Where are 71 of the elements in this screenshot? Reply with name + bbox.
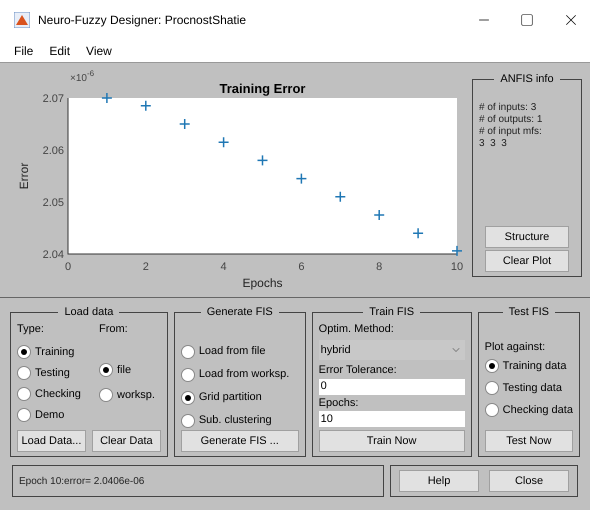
- axis-multiplier: ×10$^{-6}$: [70, 69, 94, 84]
- input-field[interactable]: 0: [318, 378, 465, 394]
- data-point: [412, 227, 424, 239]
- info-text: # of inputs: 3: [479, 102, 538, 114]
- tick-label: 10: [450, 261, 464, 273]
- tick-label: 0: [64, 261, 72, 273]
- push-button[interactable]: Load Data...: [17, 430, 86, 452]
- tick-label: 8: [376, 261, 382, 273]
- data-point: [256, 154, 268, 166]
- push-button[interactable]: Clear Data: [92, 430, 161, 452]
- menu-item[interactable]: Edit: [49, 42, 70, 60]
- radio-option[interactable]: worksp.: [99, 386, 155, 404]
- tick-label: 2.04: [42, 249, 64, 261]
- data-point: [451, 245, 463, 257]
- push-button[interactable]: Train Now: [318, 430, 465, 452]
- app-logo-icon: [14, 12, 30, 28]
- axis-label: Error: [17, 162, 31, 190]
- info-text: # of input mfs:: [479, 126, 543, 138]
- radio-option[interactable]: Training data: [484, 357, 573, 375]
- push-button[interactable]: Structure: [485, 226, 569, 248]
- radio-option[interactable]: file: [99, 361, 132, 379]
- group-title: ANFIS info: [499, 72, 555, 87]
- menu-item[interactable]: File: [14, 42, 34, 60]
- data-point: [334, 191, 346, 203]
- data-point: [101, 92, 113, 104]
- field-label: Plot against:: [484, 340, 546, 354]
- field-label: Error Tolerance:: [318, 363, 398, 378]
- push-button[interactable]: Help: [399, 470, 479, 492]
- axis-label: Epochs: [242, 276, 283, 290]
- radio-option[interactable]: Checking data: [484, 401, 573, 419]
- data-point: [218, 136, 230, 148]
- radio-option[interactable]: Testing: [17, 364, 70, 382]
- data-point: [140, 100, 152, 112]
- radio-option[interactable]: Testing data: [484, 379, 573, 397]
- tick-label: 2.07: [42, 93, 64, 105]
- push-button[interactable]: Test Now: [484, 430, 573, 452]
- method-dropdown[interactable]: hybrid: [318, 340, 465, 360]
- tick-label: 2: [142, 261, 149, 273]
- data-point: [296, 172, 308, 184]
- radio-option[interactable]: Grid partition: [180, 388, 299, 406]
- push-button[interactable]: Clear Plot: [485, 250, 569, 272]
- input-field[interactable]: 10: [318, 411, 465, 427]
- chart-title: Training Error: [220, 81, 306, 96]
- info-text: # of outputs: 1: [479, 114, 544, 126]
- group-title: Test FIS: [508, 305, 550, 320]
- push-button[interactable]: Generate FIS ...: [180, 430, 299, 452]
- menu-item[interactable]: View: [86, 42, 112, 60]
- radio-option[interactable]: Checking: [17, 385, 81, 403]
- tick-label: 4: [220, 261, 227, 273]
- window-title: Neuro-Fuzzy Designer: ProcnostShatie: [38, 12, 246, 29]
- group-title: Generate FIS: [206, 305, 274, 320]
- radio-option[interactable]: Demo: [17, 406, 64, 424]
- tick-label: 6: [298, 261, 304, 273]
- push-button[interactable]: Close: [489, 470, 569, 492]
- info-text: 3 3 3: [479, 138, 508, 150]
- maximize-icon[interactable]: [520, 13, 534, 27]
- tick-label: 2.06: [42, 145, 64, 157]
- group-title: Train FIS: [368, 305, 416, 320]
- radio-option[interactable]: Load from worksp.: [180, 366, 299, 384]
- field-label: Epochs:: [318, 396, 360, 410]
- data-point: [373, 209, 385, 221]
- radio-option[interactable]: Load from file: [180, 342, 299, 360]
- status-bar: Epoch 10:error= 2.0406e-06: [12, 465, 384, 497]
- radio-option[interactable]: Training: [17, 343, 74, 361]
- field-label: Optim. Method:: [318, 322, 395, 336]
- tick-label: 2.05: [42, 197, 64, 209]
- data-point: [178, 118, 190, 130]
- radio-option[interactable]: Sub. clustering: [180, 412, 299, 430]
- field-label: From:: [99, 322, 129, 336]
- field-label: Type:: [17, 322, 45, 336]
- group-title: Load data: [63, 305, 114, 320]
